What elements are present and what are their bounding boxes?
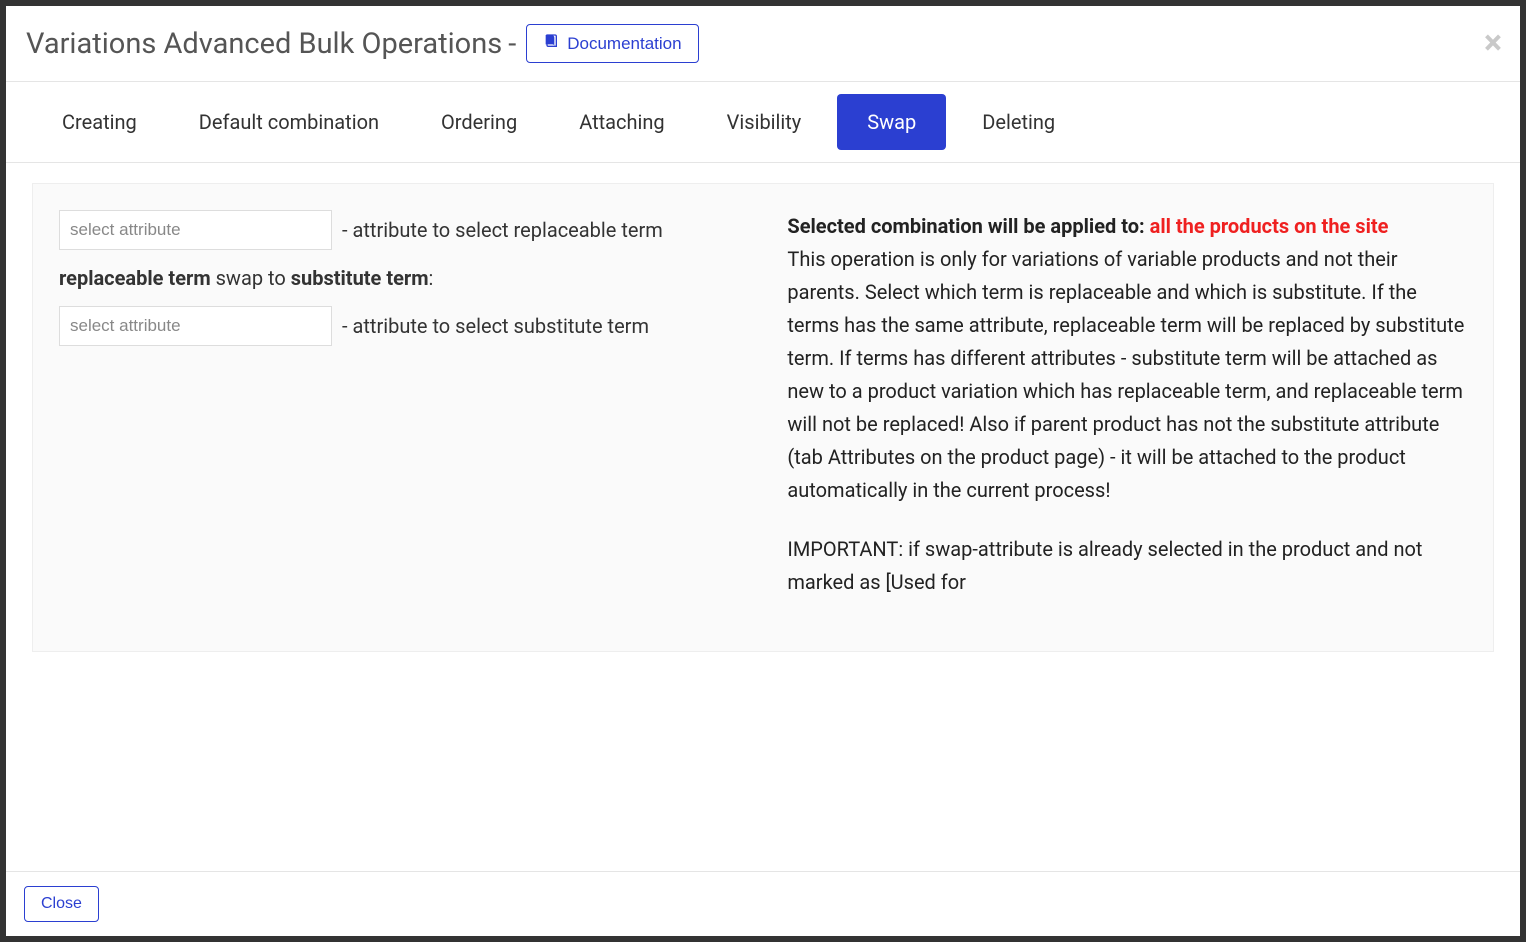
tab-deleting[interactable]: Deleting: [956, 82, 1081, 162]
info-paragraph-1: Selected combination will be applied to:…: [787, 210, 1467, 507]
tab-bar: Creating Default combination Ordering At…: [6, 82, 1520, 163]
replaceable-attribute-select[interactable]: select attribute: [59, 210, 332, 250]
tab-ordering[interactable]: Ordering: [415, 82, 543, 162]
tab-visibility[interactable]: Visibility: [701, 82, 828, 162]
tab-creating[interactable]: Creating: [36, 82, 163, 162]
swap-to-label: substitute term: [291, 266, 429, 290]
swap-colon: :: [429, 266, 434, 290]
modal-footer: Close: [6, 871, 1520, 936]
tab-swap[interactable]: Swap: [837, 94, 946, 150]
modal-dialog: Variations Advanced Bulk Operations - Do…: [6, 6, 1520, 936]
tab-default-combination[interactable]: Default combination: [173, 82, 405, 162]
info-panel: Selected combination will be applied to:…: [779, 210, 1467, 625]
modal-body: Creating Default combination Ordering At…: [6, 82, 1520, 871]
tab-attaching[interactable]: Attaching: [553, 82, 690, 162]
documentation-button[interactable]: Documentation: [526, 24, 698, 63]
documentation-label: Documentation: [567, 34, 681, 54]
substitute-attribute-row: select attribute - attribute to select s…: [59, 306, 779, 346]
replaceable-attribute-row: select attribute - attribute to select r…: [59, 210, 779, 250]
modal-title: Variations Advanced Bulk Operations: [26, 27, 502, 61]
tab-content: select attribute - attribute to select r…: [6, 163, 1520, 682]
swap-from-label: replaceable term: [59, 266, 211, 290]
applied-to-scope: all the products on the site: [1150, 214, 1389, 238]
title-separator: -: [508, 27, 516, 61]
close-button[interactable]: Close: [24, 886, 99, 922]
applied-to-label: Selected combination will be applied to:: [787, 214, 1149, 238]
substitute-attribute-desc: - attribute to select substitute term: [342, 314, 649, 338]
info-description: This operation is only for variations of…: [787, 247, 1464, 502]
swap-mid-text: swap to: [211, 266, 291, 290]
replaceable-attribute-desc: - attribute to select replaceable term: [342, 218, 663, 242]
info-paragraph-2: IMPORTANT: if swap-attribute is already …: [787, 533, 1467, 599]
close-icon[interactable]: ×: [1484, 26, 1502, 60]
swap-direction-line: replaceable term swap to substitute term…: [59, 266, 779, 290]
content-panel: select attribute - attribute to select r…: [32, 183, 1494, 652]
modal-header: Variations Advanced Bulk Operations - Do…: [6, 6, 1520, 82]
swap-form: select attribute - attribute to select r…: [59, 210, 779, 625]
substitute-attribute-select[interactable]: select attribute: [59, 306, 332, 346]
book-icon: [543, 33, 559, 54]
